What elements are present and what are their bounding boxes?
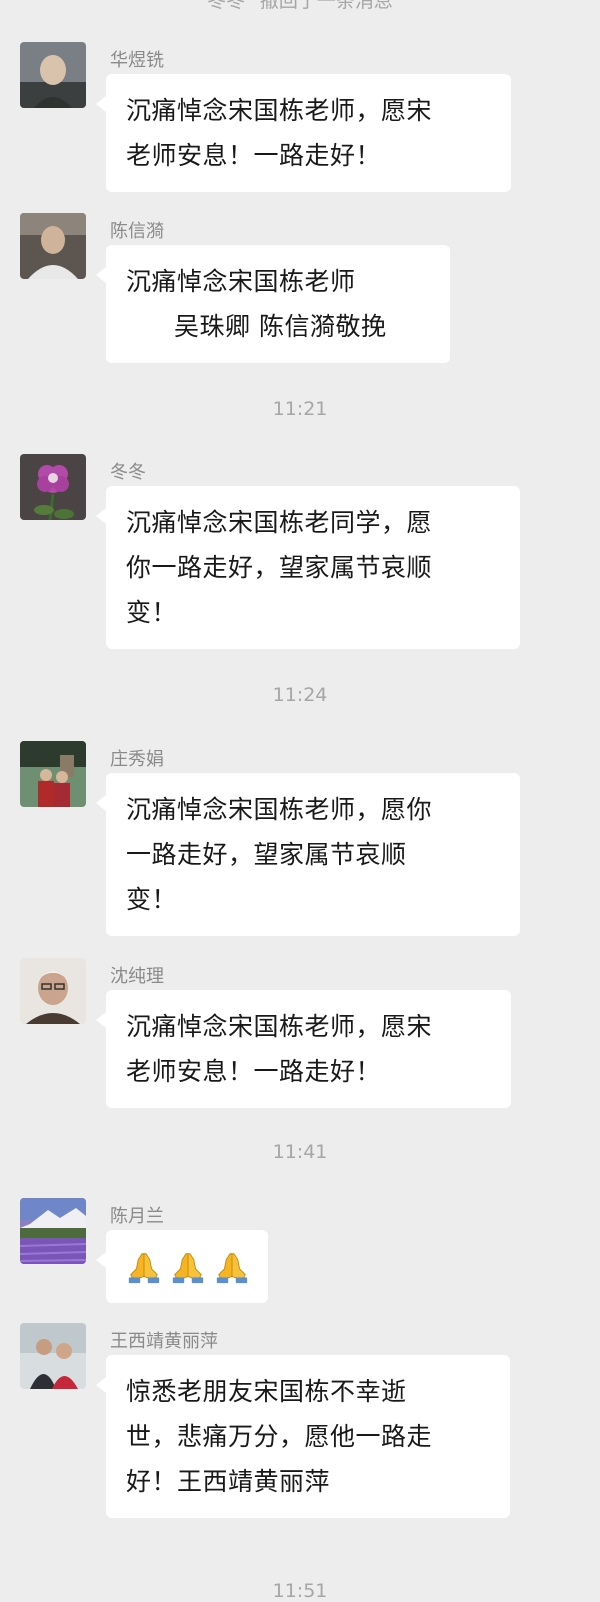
avatar-photo [20, 42, 86, 108]
avatar-photo [20, 741, 86, 807]
avatar[interactable] [20, 741, 86, 807]
avatar-photo [20, 454, 86, 520]
message-bubble[interactable]: 沉痛悼念宋国栋老师，愿你 一路走好，望家属节哀顺 变！ [96, 773, 520, 936]
sender-name: 王西靖黄丽萍 [110, 1331, 218, 1352]
message-bubble[interactable]: 惊悉老朋友宋国栋不幸逝 世，悲痛万分，愿他一路走 好！王西靖黄丽萍 [96, 1355, 510, 1518]
avatar[interactable] [20, 1323, 86, 1389]
sender-name: 陈月兰 [110, 1206, 164, 1227]
folded-hands-icon [172, 1252, 204, 1283]
message-line: 沉痛悼念宋国栋老同学，愿 [126, 508, 433, 537]
message-line: 沉痛悼念宋国栋老师，愿你 [126, 795, 433, 824]
message-bubble[interactable]: 沉痛悼念宋国栋老师 吴珠卿 陈信漪敬挽 [96, 245, 450, 363]
message-line: 世，悲痛万分，愿他一路走 [126, 1422, 433, 1451]
message-line: 老师安息！一路走好！ [126, 141, 382, 170]
message-line: 沉痛悼念宋国栋老师，愿宋 [126, 96, 433, 125]
avatar-photo [20, 1323, 86, 1389]
message-line: 吴珠卿 陈信漪敬挽 [174, 312, 387, 341]
sender-name: 冬冬 [110, 462, 146, 483]
message-line: 变！ [126, 598, 178, 627]
message-bubble[interactable]: 沉痛悼念宋国栋老师，愿宋 老师安息！一路走好！ [96, 990, 511, 1108]
avatar-photo [20, 958, 86, 1024]
message-line: 惊悉老朋友宋国栋不幸逝 [126, 1377, 407, 1406]
timestamp: 11:51 [272, 1580, 328, 1602]
sender-name: 华煜铣 [110, 50, 164, 71]
message-line: 沉痛悼念宋国栋老师，愿宋 [126, 1012, 433, 1041]
avatar[interactable] [20, 958, 86, 1024]
timestamp: 11:21 [272, 398, 328, 420]
message-bubble[interactable]: 沉痛悼念宋国栋老同学，愿 你一路走好，望家属节哀顺 变！ [96, 486, 520, 649]
message-line: 变！ [126, 885, 178, 914]
sender-name: 庄秀娟 [110, 749, 164, 770]
folded-hands-icon [216, 1252, 248, 1283]
avatar[interactable] [20, 42, 86, 108]
message-bubble[interactable]: 沉痛悼念宋国栋老师，愿宋 老师安息！一路走好！ [96, 74, 511, 192]
message-line: 你一路走好，望家属节哀顺 [126, 553, 433, 582]
sender-name: 沈纯理 [110, 966, 164, 987]
timestamp: 11:41 [272, 1141, 328, 1163]
message-bubble[interactable] [96, 1230, 268, 1303]
message-line: 老师安息！一路走好！ [126, 1057, 382, 1086]
avatar-photo [20, 1198, 86, 1264]
folded-hands-icon [128, 1252, 160, 1283]
recall-notice: 冬冬" 撤回了一条消息 [207, 0, 393, 12]
avatar[interactable] [20, 1198, 86, 1264]
avatar[interactable] [20, 213, 86, 279]
timestamp: 11:24 [272, 684, 328, 706]
avatar-photo [20, 213, 86, 279]
avatar[interactable] [20, 454, 86, 520]
message-line: 一路走好，望家属节哀顺 [126, 840, 407, 869]
message-line: 沉痛悼念宋国栋老师 [126, 267, 356, 296]
sender-name: 陈信漪 [110, 221, 164, 242]
message-line: 好！王西靖黄丽萍 [126, 1467, 331, 1496]
